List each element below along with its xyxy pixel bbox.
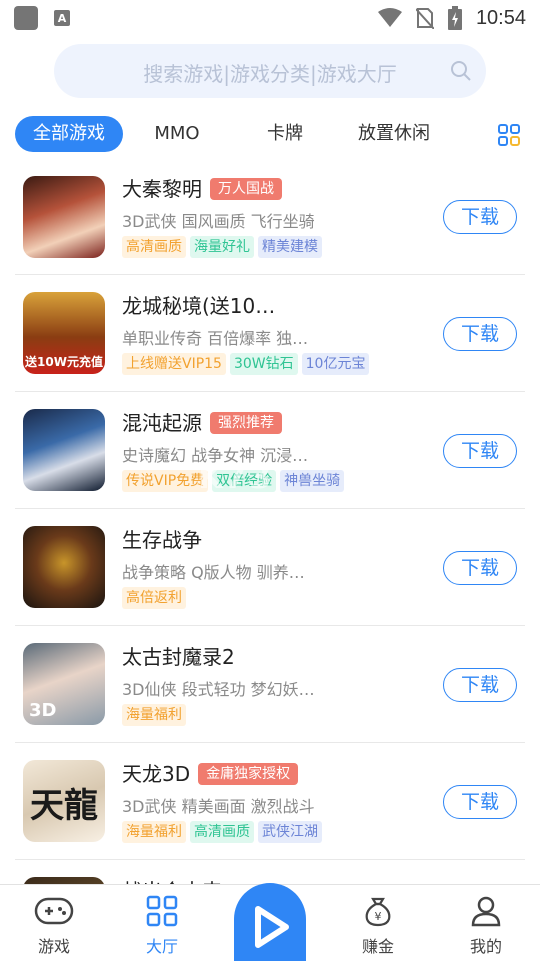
game-icon bbox=[23, 526, 105, 608]
bottom-nav: 游戏 大厅 ¥ 赚金 我的 bbox=[0, 883, 540, 961]
category-tabs: 全部游戏 MMO 卡牌 放置休闲 bbox=[0, 110, 540, 158]
nav-me[interactable]: 我的 bbox=[446, 895, 526, 957]
download-button[interactable]: 下载 bbox=[443, 434, 517, 468]
wifi-icon bbox=[377, 8, 402, 27]
game-tag: 海量好礼 bbox=[190, 236, 254, 258]
game-item[interactable]: 混沌起源 强烈推荐 史诗魔幻 战争女神 沉浸… 传说VIP免费 双倍经验 神兽坐骑… bbox=[15, 392, 525, 509]
play-icon bbox=[255, 906, 289, 948]
game-tag: 双倍经验 bbox=[212, 470, 277, 492]
a-icon: A bbox=[54, 10, 70, 26]
game-tag: 30W钻石 bbox=[229, 353, 298, 375]
game-tag: 高清画质 bbox=[190, 821, 254, 843]
game-name: 龙城秘境(送10… bbox=[122, 294, 276, 318]
nav-earn[interactable]: ¥ 赚金 bbox=[338, 895, 418, 957]
play-button[interactable] bbox=[234, 883, 306, 961]
battery-icon bbox=[447, 6, 462, 30]
game-icon: 3D bbox=[23, 643, 105, 725]
game-description: 3D仙侠 段式轻功 梦幻妖… bbox=[122, 680, 315, 699]
money-bag-icon: ¥ bbox=[365, 897, 391, 927]
download-button[interactable]: 下载 bbox=[443, 551, 517, 585]
game-tag: 10亿元宝 bbox=[301, 353, 370, 375]
nav-label: 我的 bbox=[469, 937, 502, 956]
game-tag: 海量福利 bbox=[122, 704, 186, 726]
game-item[interactable]: 大秦黎明 万人国战 3D武侠 国风画质 飞行坐骑 高清画质 海量好礼 精美建模 下… bbox=[15, 158, 525, 275]
game-description: 3D武侠 精美画面 激烈战斗 bbox=[122, 797, 315, 816]
game-tag: 精美建模 bbox=[258, 236, 322, 258]
game-description: 史诗魔幻 战争女神 沉浸… bbox=[122, 446, 309, 465]
search-bar[interactable]: 搜索游戏|游戏分类|游戏大厅 bbox=[54, 44, 486, 98]
status-bar: A 10:54 bbox=[0, 0, 540, 36]
game-item[interactable]: 3D 太古封魔录2 3D仙侠 段式轻功 梦幻妖… 海量福利 下载 bbox=[15, 626, 525, 743]
game-name: 大秦黎明 万人国战 bbox=[122, 173, 282, 202]
tab-mmo[interactable]: MMO bbox=[142, 116, 212, 152]
game-icon: 天龍 bbox=[23, 760, 105, 842]
nav-label: 赚金 bbox=[361, 937, 394, 956]
user-icon bbox=[471, 896, 501, 927]
gamepad-icon bbox=[34, 897, 74, 925]
game-description: 单职业传奇 百倍爆率 独… bbox=[122, 329, 309, 348]
game-item[interactable]: 送10W元充值 龙城秘境(送10… 单职业传奇 百倍爆率 独… 上线赠送VIP1… bbox=[15, 275, 525, 392]
clock: 10:54 bbox=[475, 6, 526, 29]
download-button[interactable]: 下载 bbox=[443, 317, 517, 351]
tab-idle[interactable]: 放置休闲 bbox=[350, 116, 438, 152]
game-tag: 武侠江湖 bbox=[258, 821, 322, 843]
game-badge: 金庸独家授权 bbox=[198, 763, 299, 785]
nav-label: 游戏 bbox=[37, 937, 70, 956]
game-tag: 高倍返利 bbox=[122, 587, 186, 609]
no-sim-icon bbox=[415, 8, 434, 29]
tab-card[interactable]: 卡牌 bbox=[250, 116, 320, 152]
game-description: 3D武侠 国风画质 飞行坐骑 bbox=[122, 212, 315, 231]
search-icon[interactable] bbox=[450, 60, 472, 82]
game-name: 混沌起源 强烈推荐 bbox=[122, 407, 282, 436]
nav-games[interactable]: 游戏 bbox=[14, 895, 94, 957]
game-description: 战争策略 Q版人物 驯养… bbox=[122, 563, 305, 582]
nav-hall[interactable]: 大厅 bbox=[122, 895, 202, 957]
game-tag: 海量福利 bbox=[122, 821, 186, 843]
game-icon bbox=[23, 409, 105, 491]
download-button[interactable]: 下载 bbox=[443, 668, 517, 702]
game-icon bbox=[23, 176, 105, 258]
game-item[interactable]: 生存战争 战争策略 Q版人物 驯养… 高倍返利 下载 bbox=[15, 509, 525, 626]
game-badge: 万人国战 bbox=[210, 178, 282, 200]
game-tag: 上线赠送VIP15 bbox=[122, 353, 226, 375]
download-button[interactable]: 下载 bbox=[443, 785, 517, 819]
tab-all-games[interactable]: 全部游戏 bbox=[15, 116, 123, 152]
search-placeholder: 搜索游戏|游戏分类|游戏大厅 bbox=[143, 62, 397, 86]
grid-icon bbox=[146, 895, 178, 927]
game-item[interactable]: 天龍 天龙3D 金庸独家授权 3D武侠 精美画面 激烈战斗 海量福利 高清画质 武… bbox=[15, 743, 525, 860]
game-tag: 传说VIP免费 bbox=[122, 470, 209, 492]
game-badge: 强烈推荐 bbox=[210, 412, 282, 434]
svg-text:¥: ¥ bbox=[375, 910, 382, 923]
game-name: 天龙3D 金庸独家授权 bbox=[122, 758, 299, 787]
game-tag: 神兽坐骑 bbox=[280, 470, 345, 492]
notification-icon bbox=[14, 6, 38, 30]
nav-label: 大厅 bbox=[145, 937, 178, 956]
game-icon-text: 送10W元充值 bbox=[25, 355, 103, 369]
game-name: 太古封魔录2 bbox=[122, 645, 235, 669]
game-tag: 高清画质 bbox=[122, 236, 186, 258]
game-icon-text: 天龍 bbox=[30, 786, 98, 826]
grid-icon[interactable] bbox=[498, 124, 520, 146]
game-icon-text: 3D bbox=[29, 700, 57, 721]
game-icon: 送10W元充值 bbox=[23, 292, 105, 374]
download-button[interactable]: 下载 bbox=[443, 200, 517, 234]
game-name: 生存战争 bbox=[122, 528, 202, 552]
